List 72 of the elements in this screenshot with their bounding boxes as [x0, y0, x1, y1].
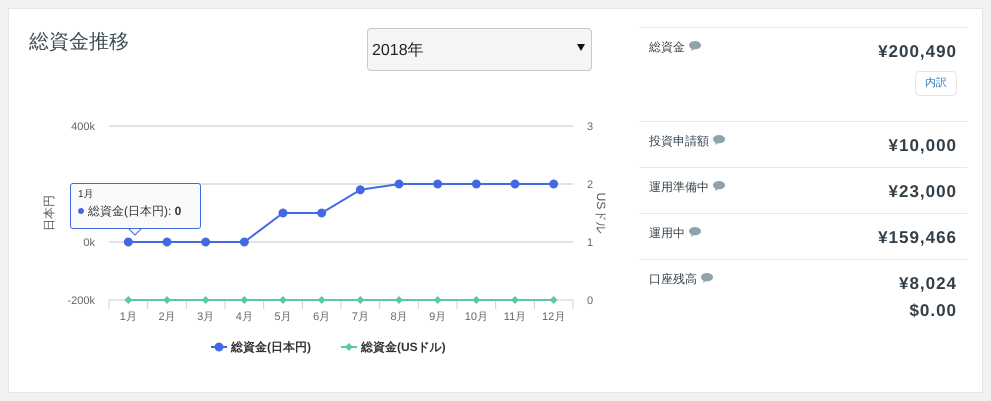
data-point — [124, 296, 132, 304]
data-point — [395, 296, 403, 304]
legend-label: 総資金(日本円) — [231, 340, 311, 354]
y-axis-label: 0 — [587, 295, 594, 307]
comment-icon — [689, 41, 701, 51]
data-point — [214, 342, 224, 352]
comment-icon — [701, 272, 713, 282]
data-point — [163, 296, 171, 304]
y-axis-label: 2 — [587, 179, 594, 191]
data-point — [278, 208, 288, 218]
summary-label: 運用準備中 — [649, 178, 709, 196]
axis-title: 日本円 — [42, 195, 56, 231]
y-axis-label: 1 — [587, 237, 594, 249]
summary-value: $0.00 — [909, 300, 957, 322]
legend-label: 総資金(USドル) — [361, 340, 446, 354]
x-axis-label: 7月 — [352, 311, 369, 323]
summary-label: 口座残高 — [649, 270, 697, 288]
x-axis-label: 6月 — [313, 311, 330, 323]
data-point — [240, 296, 248, 304]
summary-label: 投資申請額 — [649, 132, 709, 150]
summary-value: ¥8,024 — [899, 272, 957, 294]
y-axis-label: 3 — [587, 121, 594, 133]
breakdown-button[interactable]: 内訳 — [915, 71, 957, 96]
data-point — [472, 180, 481, 188]
y-axis-label: -200k — [67, 295, 95, 307]
summary-value: ¥23,000 — [888, 180, 957, 202]
data-point — [345, 343, 353, 351]
tooltip-title: 1月 — [78, 188, 95, 202]
summary-label: 運用中 — [649, 224, 685, 242]
comment-icon — [713, 134, 725, 144]
data-point — [356, 185, 365, 194]
summary-value: ¥200,490 — [878, 41, 957, 63]
data-point — [318, 296, 326, 304]
data-point — [550, 296, 558, 304]
y-axis-label: 0k — [83, 237, 95, 249]
x-axis-label: 11月 — [504, 311, 526, 323]
x-axis-label: 10月 — [464, 311, 488, 323]
x-axis-label: 4月 — [236, 311, 253, 323]
data-point — [124, 238, 133, 246]
x-axis-label: 5月 — [274, 311, 292, 323]
data-point — [510, 180, 520, 188]
x-axis-label: 2月 — [158, 311, 176, 323]
data-point — [201, 238, 210, 246]
summary-label: 総資金 — [649, 39, 685, 56]
chart-title: 総資金推移 — [29, 30, 129, 55]
x-axis-label: 8月 — [390, 311, 408, 323]
data-point — [549, 180, 558, 188]
summary-value: ¥159,466 — [878, 226, 957, 248]
x-axis-label: 3月 — [197, 311, 214, 323]
comment-icon — [713, 180, 725, 190]
tooltip-text: 総資金(日本円): 0 — [88, 203, 182, 220]
data-point — [317, 208, 326, 218]
data-point — [279, 296, 287, 304]
data-point — [394, 180, 404, 188]
x-axis-label: 1月 — [120, 311, 137, 323]
summary-value: ¥10,000 — [888, 134, 957, 156]
comment-icon — [689, 226, 701, 236]
data-point — [434, 296, 442, 304]
data-point — [162, 238, 172, 246]
data-point — [356, 296, 364, 304]
data-point — [511, 296, 519, 304]
axis-title: USドル — [594, 192, 608, 234]
data-point — [202, 296, 210, 304]
x-axis-label: 12月 — [542, 311, 566, 323]
series-dot-icon — [78, 208, 84, 214]
caret-icon — [577, 44, 585, 51]
data-point — [472, 296, 480, 304]
y-axis-label: 400k — [71, 121, 95, 133]
data-point — [240, 238, 249, 246]
x-axis-label: 9月 — [429, 311, 446, 323]
year-select[interactable]: 2018年 — [367, 28, 592, 71]
data-point — [433, 180, 442, 188]
